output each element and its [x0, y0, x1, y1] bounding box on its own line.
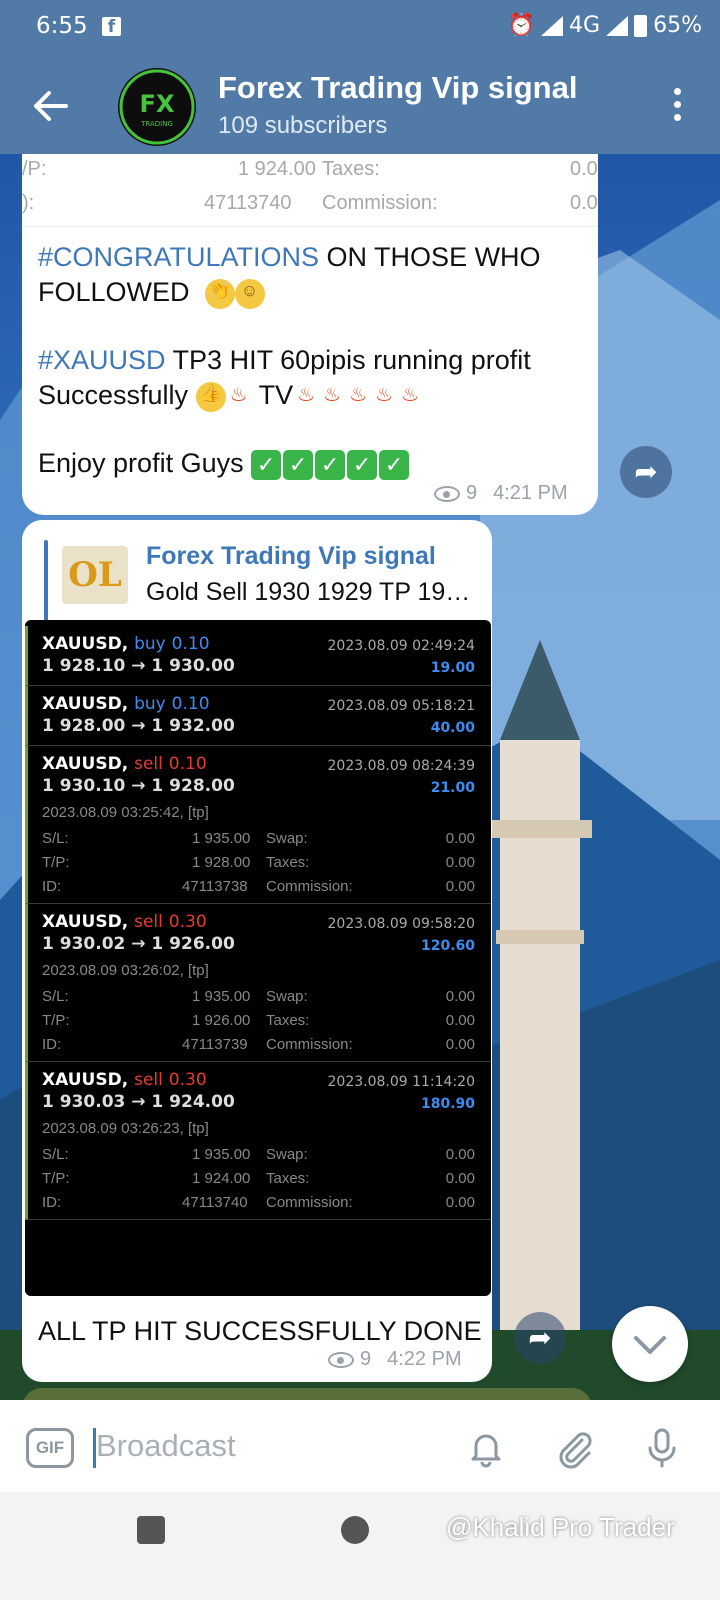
message-caption: ALL TP HIT SUCCESSFULLY DONE [38, 1316, 482, 1346]
partial-label-1: /P: [22, 158, 47, 180]
battery-percent: 65% [653, 13, 702, 38]
check-mark-emoji: ✓ [347, 449, 378, 480]
network-type: 4G [569, 13, 601, 38]
hashtag-xauusd[interactable]: #XAUUSD [38, 345, 166, 375]
reply-preview[interactable]: OL Forex Trading Vip signal Gold Sell 19… [44, 536, 484, 628]
fire-emoji: ♨ [349, 383, 368, 406]
alarm-icon: ⏰ [507, 13, 536, 38]
paperclip-icon[interactable] [552, 1426, 596, 1470]
partial-value-2: 47113740 [204, 192, 292, 214]
message-line-1: #CONGRATULATIONS ON THOSE WHO [38, 242, 541, 272]
message-line-3: #XAUUSD TP3 HIT 60pipis running profit [38, 345, 531, 375]
check-mark-emoji: ✓ [283, 449, 314, 480]
trade-row: XAUUSD, buy 0.10 1 928.00 → 1 932.00 202… [25, 686, 491, 746]
partial-amount-2: 0.0 [570, 192, 598, 214]
trade-row: XAUUSD, buy 0.10 1 928.10 → 1 930.00 202… [25, 626, 491, 686]
partial-value-1: 1 924.00 [238, 158, 316, 180]
view-count: 9 [466, 482, 478, 504]
thumbs-up-emoji: 👍 [195, 381, 226, 412]
home-button[interactable] [341, 1516, 369, 1544]
watermark: @Khalid Pro Trader [446, 1512, 675, 1542]
facebook-notification-icon: f [102, 17, 121, 37]
signal-icon [541, 15, 564, 36]
microphone-icon[interactable] [640, 1426, 684, 1470]
hashtag-congratulations[interactable]: #CONGRATULATIONS [38, 242, 319, 272]
fire-emoji: ♨ [375, 383, 394, 406]
avatar-text: FX [140, 90, 175, 118]
party-face-emoji: ☺ [234, 278, 265, 309]
partial-key-2: Commission: [322, 192, 438, 214]
clapping-emoji: 👏 [204, 278, 235, 309]
scroll-down-button[interactable] [612, 1306, 688, 1382]
message-line-2: FOLLOWED 👏 ☺ [38, 275, 265, 310]
message-line-4: Successfully 👍 ♨ TV ♨ ♨ ♨ ♨ ♨ [38, 378, 423, 413]
reply-snippet: Gold Sell 1930 1929 TP 19… [146, 578, 471, 606]
check-mark-emoji: ✓ [251, 449, 282, 480]
reply-bar [44, 540, 48, 622]
eye-icon [434, 485, 460, 502]
reply-thumbnail: OL [62, 546, 128, 604]
partial-label-2: ): [22, 192, 35, 214]
fire-emoji: ♨ [401, 383, 420, 406]
fire-emoji: ♨ [297, 383, 316, 406]
status-bar: 6:55 f ⏰ 4G 65% [0, 0, 720, 56]
avatar-subtext: TRADING [140, 120, 173, 128]
channel-avatar[interactable]: FX TRADING [118, 68, 196, 146]
partial-trade-details: /P: 1 924.00 Taxes: 0.0 ): 47113740 Comm… [22, 154, 598, 244]
more-vertical-icon[interactable] [672, 88, 682, 124]
check-mark-emoji: ✓ [379, 449, 410, 480]
reply-title: Forex Trading Vip signal [146, 542, 436, 570]
back-arrow-icon[interactable] [28, 84, 72, 128]
gif-button[interactable]: GIF [26, 1428, 74, 1468]
chevron-down-icon [634, 1336, 666, 1354]
clock: 6:55 [36, 13, 88, 39]
trade-row: XAUUSD, sell 0.10 1 930.10 → 1 928.00 20… [25, 746, 491, 904]
forward-icon[interactable]: ➦ [620, 446, 672, 498]
eye-icon [328, 1351, 354, 1368]
signal-icon-2 [606, 15, 629, 36]
chat-header: FX TRADING Forex Trading Vip signal 109 … [0, 56, 720, 154]
trade-history-screenshot[interactable]: XAUUSD, buy 0.10 1 928.10 → 1 930.00 202… [25, 620, 491, 1296]
check-mark-emoji: ✓ [315, 449, 346, 480]
recent-apps-button[interactable] [137, 1516, 165, 1544]
android-nav-bar: @Khalid Pro Trader [0, 1492, 720, 1600]
subscriber-count: 109 subscribers [218, 112, 388, 139]
trade-row: XAUUSD, sell 0.30 1 930.03 → 1 924.00 20… [25, 1062, 491, 1220]
view-count: 9 [360, 1348, 372, 1370]
fire-emoji: ♨ [229, 383, 248, 406]
forward-icon[interactable]: ➦ [514, 1312, 566, 1364]
battery-icon [634, 14, 648, 37]
message-bubble-1[interactable]: /P: 1 924.00 Taxes: 0.0 ): 47113740 Comm… [22, 130, 598, 515]
message-meta-1: 9 4:21 PM [434, 482, 568, 505]
message-bubble-2[interactable]: OL Forex Trading Vip signal Gold Sell 19… [22, 520, 492, 1382]
message-time: 4:21 PM [493, 482, 568, 504]
composer-bar: GIF Broadcast [0, 1400, 720, 1492]
fire-emoji: ♨ [323, 383, 342, 406]
partial-amount-1: 0.0 [570, 158, 598, 180]
bell-icon[interactable] [464, 1426, 508, 1470]
channel-title[interactable]: Forex Trading Vip signal [218, 70, 577, 106]
broadcast-input[interactable]: Broadcast [96, 1428, 236, 1464]
message-meta-2: 9 4:22 PM [328, 1348, 462, 1371]
message-line-5: Enjoy profit Guys ✓ ✓ ✓ ✓ ✓ [38, 446, 411, 481]
trade-row: XAUUSD, sell 0.30 1 930.02 → 1 926.00 20… [25, 904, 491, 1062]
message-time: 4:22 PM [387, 1348, 462, 1370]
partial-key-1: Taxes: [322, 158, 380, 180]
